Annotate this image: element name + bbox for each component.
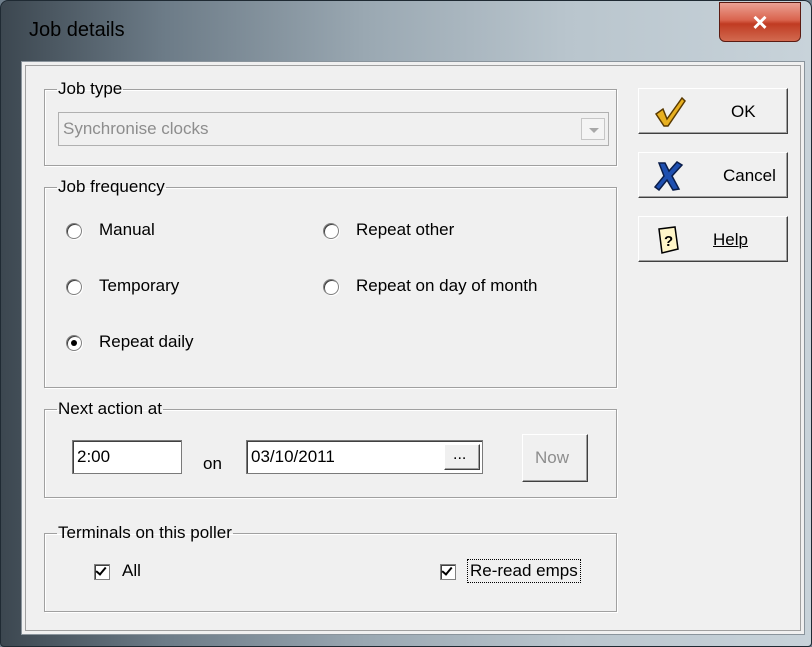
on-label: on: [203, 454, 222, 473]
reread-emps-checkbox[interactable]: [440, 564, 456, 580]
terminals-legend: Terminals on this poller: [58, 523, 232, 542]
all-label: All: [122, 561, 141, 580]
close-icon: ×: [752, 7, 768, 37]
radio-label-repeat-daily: Repeat daily: [99, 332, 194, 351]
radio-label-manual: Manual: [99, 220, 155, 239]
close-button[interactable]: ×: [719, 2, 801, 42]
help-question-icon: ?: [658, 226, 679, 254]
time-value: 2:00: [77, 447, 111, 466]
ellipsis-label: ...: [453, 446, 467, 463]
next-action-legend: Next action at: [58, 399, 162, 418]
cancel-label: Cancel: [723, 166, 776, 185]
cancel-button[interactable]: Cancel: [638, 152, 788, 198]
help-label: Help: [713, 230, 748, 249]
now-button[interactable]: Now: [522, 434, 588, 482]
ok-button[interactable]: OK: [638, 88, 788, 134]
job-type-legend: Job type: [58, 79, 123, 98]
dialog-window: Job details × Job type Synchronise clock…: [0, 0, 812, 647]
svg-text:?: ?: [664, 233, 673, 250]
x-cancel-icon: [653, 161, 684, 191]
radio-temporary[interactable]: [66, 279, 82, 295]
radio-repeat-other[interactable]: [323, 223, 339, 239]
radio-label-repeat-other: Repeat other: [356, 220, 455, 239]
date-picker-button[interactable]: ...: [444, 444, 480, 470]
radio-label-temporary: Temporary: [99, 276, 180, 295]
radio-repeat-daily[interactable]: [66, 335, 82, 351]
time-input[interactable]: 2:00: [72, 440, 182, 474]
window-title: Job details: [29, 19, 125, 41]
dialog-client-area: Job type Synchronise clocks Job frequenc…: [21, 61, 805, 635]
help-button[interactable]: ? Help: [638, 216, 788, 262]
radio-label-repeat-day-of-month: Repeat on day of month: [356, 276, 538, 295]
radio-repeat-day-of-month[interactable]: [323, 279, 339, 295]
job-frequency-legend: Job frequency: [58, 177, 165, 196]
ok-label: OK: [731, 102, 756, 121]
job-type-value: Synchronise clocks: [63, 119, 209, 138]
date-input[interactable]: 03/10/2011 ...: [246, 440, 483, 474]
all-checkbox[interactable]: [94, 564, 110, 580]
now-label: Now: [535, 448, 570, 467]
checkmark-icon: [654, 96, 686, 127]
radio-manual[interactable]: [66, 223, 82, 239]
job-type-combo[interactable]: Synchronise clocks: [58, 112, 609, 146]
chevron-down-icon[interactable]: [581, 118, 605, 140]
date-value: 03/10/2011: [251, 447, 335, 466]
reread-emps-label: Re-read emps: [467, 559, 581, 583]
